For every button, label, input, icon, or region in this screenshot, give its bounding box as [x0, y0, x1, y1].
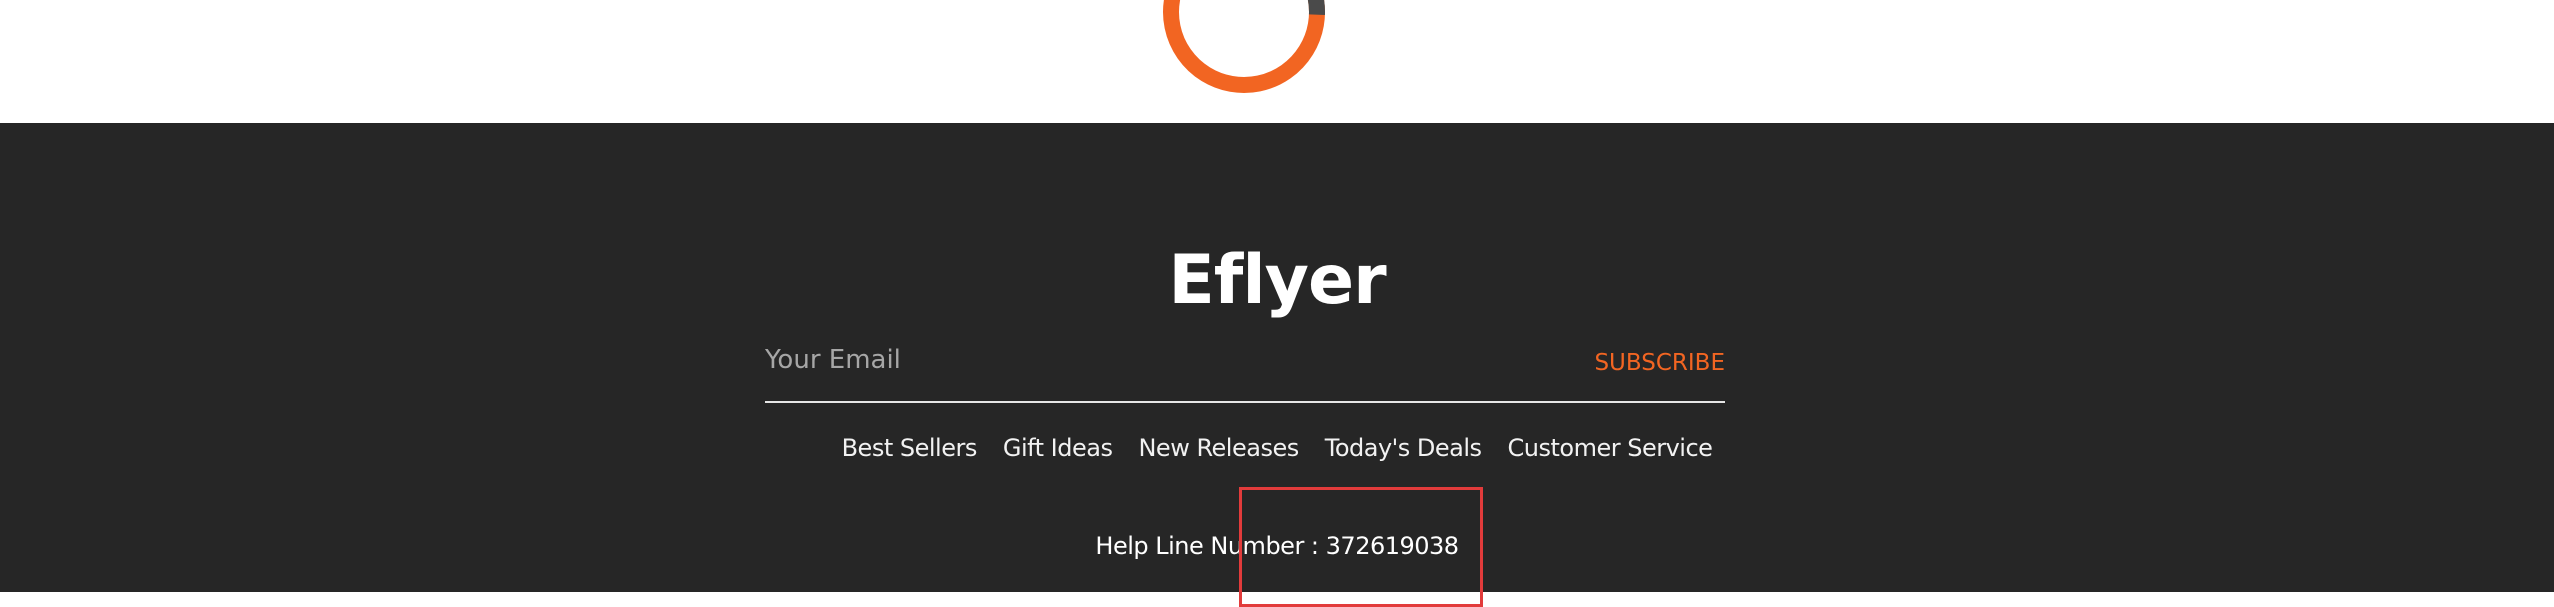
subscribe-button[interactable]: SUBSCRIBE [1594, 347, 1725, 379]
newsletter-form: SUBSCRIBE [765, 331, 1725, 403]
nav-link-customer-service[interactable]: Customer Service [1508, 431, 1713, 465]
footer-nav: Best Sellers Gift Ideas New Releases Tod… [0, 431, 2554, 465]
helpline-text: Help Line Number : 372619038 [1095, 532, 1459, 560]
spinner-arc-orange [1163, 0, 1325, 93]
nav-link-gift-ideas[interactable]: Gift Ideas [1003, 431, 1113, 465]
nav-link-todays-deals[interactable]: Today's Deals [1325, 431, 1482, 465]
email-input[interactable] [765, 337, 1465, 383]
nav-link-best-sellers[interactable]: Best Sellers [842, 431, 978, 465]
page-top-area [0, 0, 2554, 123]
loading-spinner-icon [1163, 0, 1325, 94]
footer-logo[interactable]: Eflyer [0, 241, 2554, 321]
nav-link-new-releases[interactable]: New Releases [1138, 431, 1299, 465]
site-footer: Eflyer SUBSCRIBE Best Sellers Gift Ideas… [0, 123, 2554, 592]
